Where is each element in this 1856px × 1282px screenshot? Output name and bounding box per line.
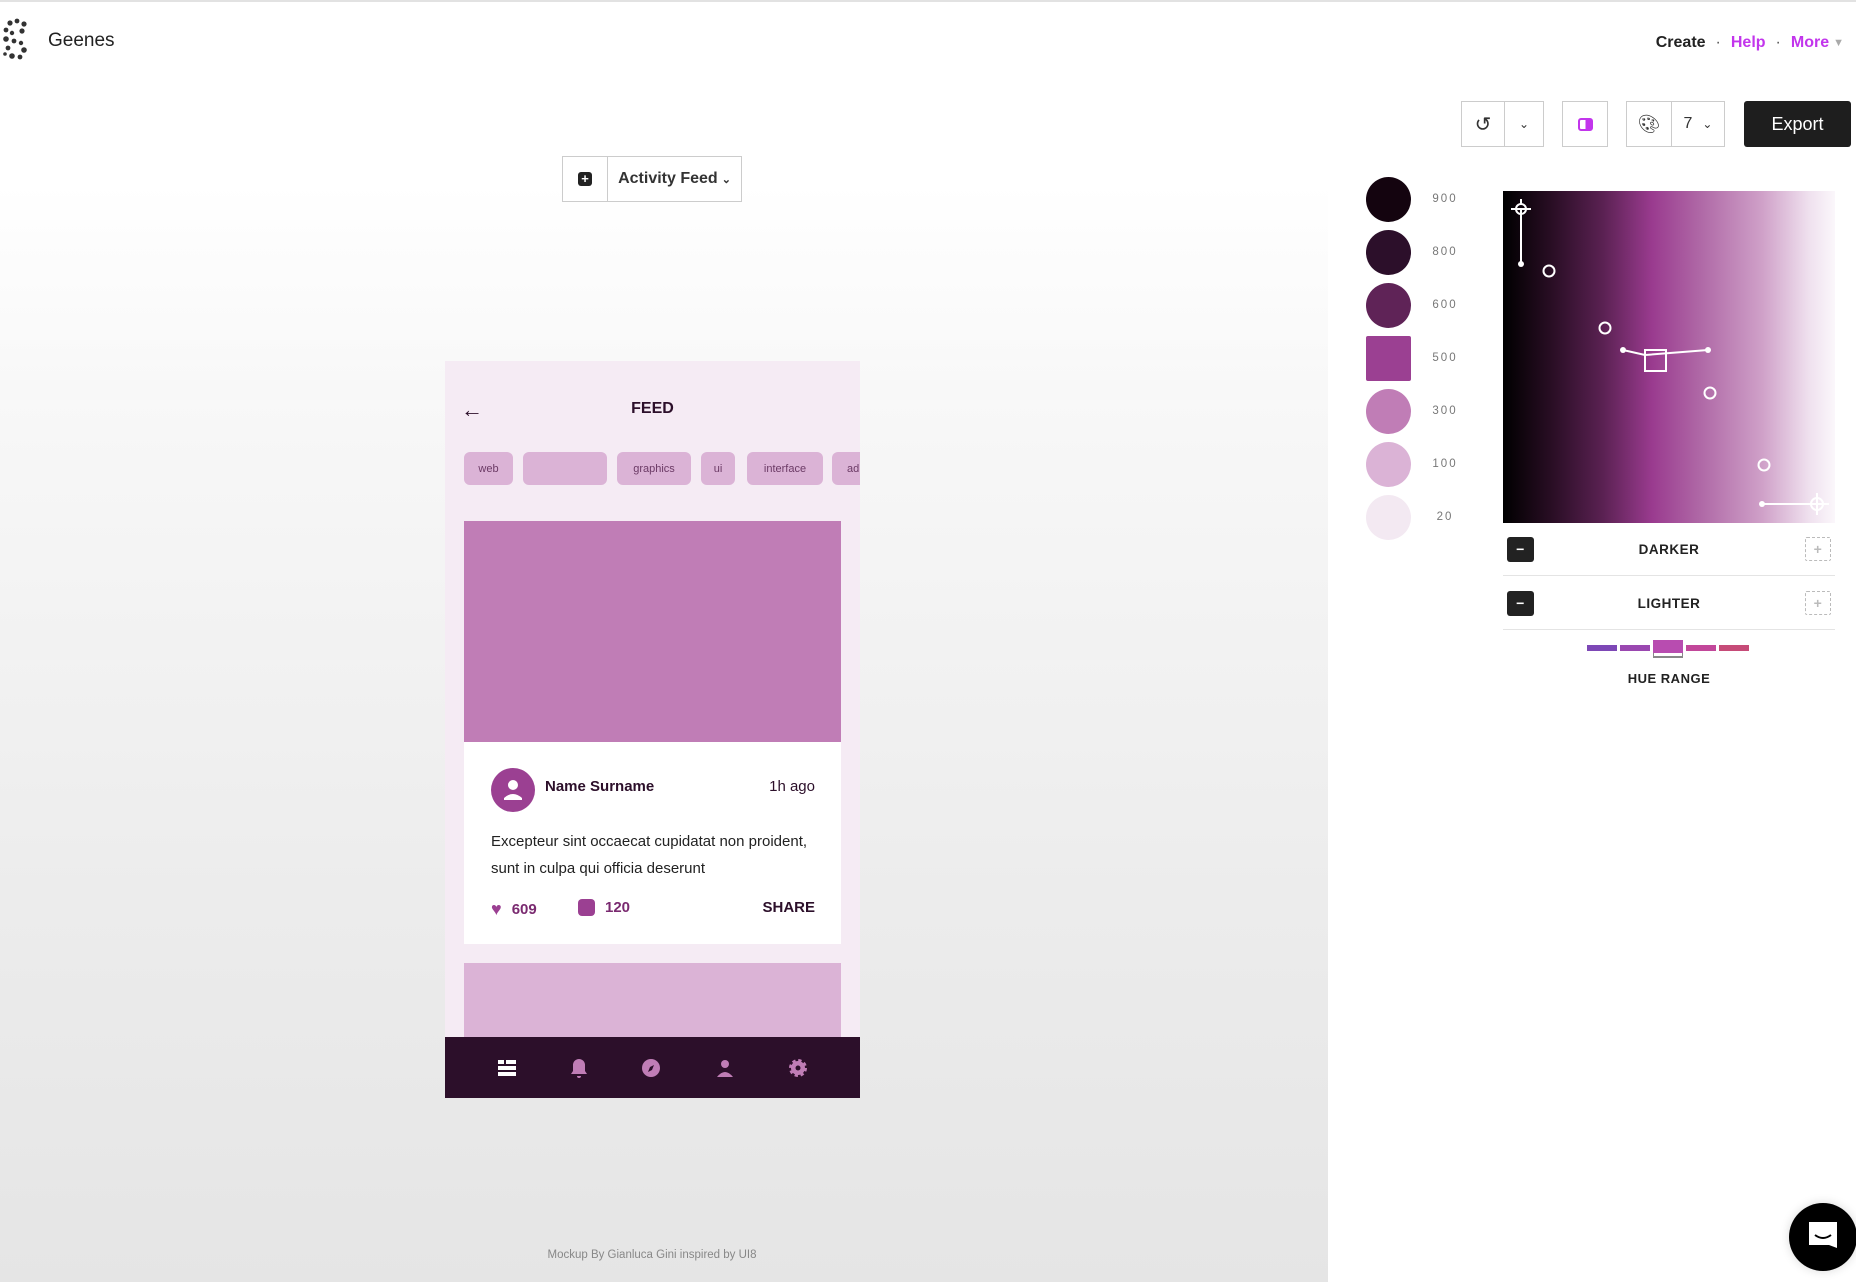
- chip[interactable]: [523, 452, 607, 485]
- avatar: [491, 768, 535, 812]
- darker-minus-button[interactable]: −: [1507, 536, 1534, 562]
- compass-icon[interactable]: [640, 1057, 662, 1079]
- screen-dropdown[interactable]: Activity Feed ⌄: [608, 157, 741, 201]
- hue-option[interactable]: [1719, 645, 1749, 651]
- hue-option[interactable]: [1587, 645, 1617, 651]
- darker-label: DARKER: [1638, 541, 1700, 557]
- hue-range-label: HUE RANGE: [1627, 671, 1711, 686]
- shade-point: [1542, 264, 1556, 278]
- swatch-900[interactable]: [1366, 177, 1411, 222]
- swatch-label: 900: [1432, 193, 1458, 205]
- lighter-minus-button[interactable]: −: [1507, 590, 1534, 616]
- swatch-label: 500: [1432, 352, 1458, 364]
- palette-button[interactable]: 🎨︎: [1626, 101, 1672, 147]
- swatch-label: 300: [1432, 405, 1458, 417]
- export-button[interactable]: Export: [1744, 101, 1851, 147]
- comment-count: 120: [605, 899, 631, 916]
- post-image: [464, 521, 841, 742]
- post-time: 1h ago: [769, 778, 815, 795]
- shade-count-dropdown[interactable]: 7 ⌄: [1671, 101, 1725, 147]
- chip[interactable]: web: [464, 452, 513, 485]
- lighter-label: LIGHTER: [1637, 595, 1701, 611]
- chip[interactable]: ad: [832, 452, 860, 485]
- shade-count: 7: [1683, 115, 1693, 132]
- share-button[interactable]: SHARE: [762, 899, 815, 916]
- chip[interactable]: ui: [701, 452, 735, 485]
- gear-icon[interactable]: [787, 1057, 809, 1079]
- swatch-500-selected[interactable]: [1366, 336, 1411, 381]
- chevron-down-icon: ⌄: [1518, 117, 1530, 131]
- top-nav: Create · Help · More ▼: [1656, 34, 1844, 52]
- curve-editor[interactable]: [1503, 191, 1835, 523]
- swatch-300[interactable]: [1366, 389, 1411, 434]
- separator: ·: [1775, 34, 1781, 51]
- lighter-plus-button[interactable]: +: [1805, 591, 1831, 615]
- caret-down-icon: ▼: [1833, 37, 1844, 49]
- bottom-nav: [445, 1037, 860, 1098]
- feed-title: FEED: [631, 400, 674, 417]
- shade-point: [1757, 458, 1771, 472]
- phone-mockup: ← FEED web graphics ui interface ad Name…: [445, 361, 860, 1098]
- add-screen-button[interactable]: +: [563, 157, 608, 201]
- shade-point: [1598, 321, 1612, 335]
- swatch-800[interactable]: [1366, 230, 1411, 275]
- screen-selector: + Activity Feed ⌄: [562, 156, 742, 202]
- heart-icon: ♥: [491, 899, 502, 919]
- chat-button[interactable]: [1789, 1203, 1856, 1271]
- geenes-logo: [3, 18, 27, 60]
- palette-icon: 🎨︎: [1637, 113, 1661, 134]
- post-card: Name Surname 1h ago Excepteur sint occae…: [464, 742, 841, 944]
- preview-toggle-button[interactable]: [1562, 101, 1608, 147]
- user-icon: [504, 780, 522, 800]
- bell-icon[interactable]: [568, 1057, 590, 1079]
- lighter-row: − LIGHTER +: [1503, 577, 1835, 630]
- plus-square-icon: +: [578, 172, 592, 186]
- screen-name: Activity Feed: [618, 170, 718, 187]
- comment-button[interactable]: 120: [578, 899, 630, 916]
- like-button[interactable]: ♥ 609: [491, 899, 537, 920]
- swatch-20[interactable]: [1366, 495, 1411, 540]
- create-link[interactable]: Create: [1656, 34, 1706, 52]
- undo-history-dropdown[interactable]: ⌄: [1504, 101, 1544, 147]
- swatch-label: 100: [1432, 458, 1458, 470]
- darker-row: − DARKER +: [1503, 523, 1835, 576]
- separator: ·: [1715, 34, 1721, 51]
- chip[interactable]: graphics: [617, 452, 691, 485]
- shade-point: [1703, 386, 1717, 400]
- post-text: Excepteur sint occaecat cupidatat non pr…: [491, 833, 808, 877]
- curve-handles[interactable]: [1503, 191, 1835, 523]
- post-image: [464, 963, 841, 1043]
- comment-icon: [578, 899, 595, 916]
- chevron-down-icon: ⌄: [1702, 117, 1713, 131]
- undo-icon: ↺: [1474, 113, 1492, 136]
- feed-icon[interactable]: [496, 1057, 518, 1079]
- more-menu[interactable]: More: [1791, 34, 1829, 52]
- app-name: Geenes: [48, 30, 115, 51]
- hue-option[interactable]: [1686, 645, 1716, 651]
- swatch-label: 20: [1436, 511, 1454, 523]
- chat-icon: [1809, 1222, 1837, 1248]
- swatch-100[interactable]: [1366, 442, 1411, 487]
- hue-option[interactable]: [1620, 645, 1650, 651]
- like-count: 609: [511, 901, 537, 918]
- darker-plus-button[interactable]: +: [1805, 537, 1831, 561]
- author-name: Name Surname: [545, 778, 655, 795]
- toggle-view-icon: [1577, 117, 1593, 131]
- swatch-label: 600: [1432, 299, 1458, 311]
- chip[interactable]: interface: [747, 452, 823, 485]
- footer-credit: Mockup By Gianluca Gini inspired by UI8: [547, 1249, 757, 1261]
- swatch-600[interactable]: [1366, 283, 1411, 328]
- user-icon[interactable]: [714, 1057, 736, 1079]
- undo-button[interactable]: ↺: [1461, 101, 1505, 147]
- swatch-label: 800: [1432, 246, 1458, 258]
- chevron-down-icon: ⌄: [721, 173, 731, 186]
- hue-option[interactable]: [1653, 640, 1683, 653]
- help-link[interactable]: Help: [1731, 34, 1766, 52]
